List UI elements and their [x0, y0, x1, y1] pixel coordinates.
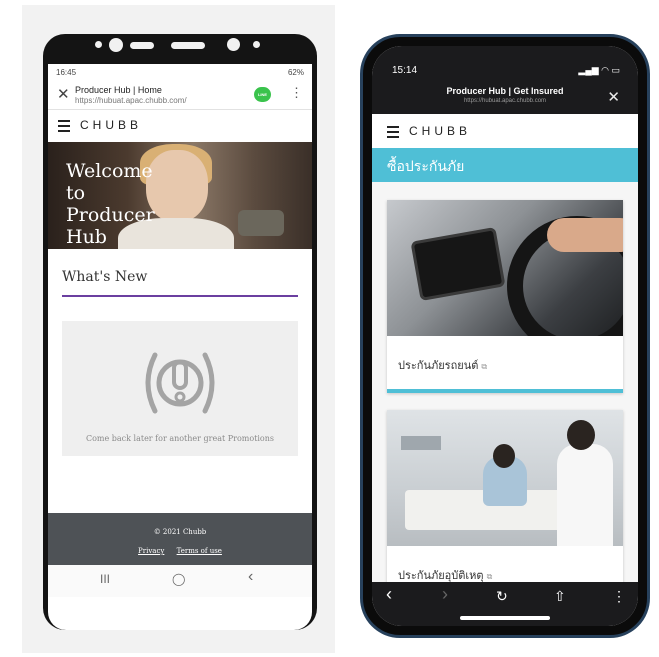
- close-icon[interactable]: ✕: [57, 85, 70, 103]
- home-icon[interactable]: ◯: [172, 572, 185, 586]
- status-time: 15:14: [392, 65, 418, 76]
- alert-exclamation-icon: [145, 352, 215, 414]
- external-link-icon: ⧉: [481, 362, 488, 371]
- hero-title: Welcome to Producer Hub: [66, 160, 155, 248]
- car-interior-image: [387, 200, 623, 336]
- hero-banner: Welcome to Producer Hub: [48, 142, 312, 249]
- site-footer: © 2021 Chubb Privacy Terms of use: [48, 513, 312, 565]
- footer-copyright: © 2021 Chubb: [153, 528, 207, 536]
- speaker-grille: [171, 42, 205, 49]
- sensor-dot: [253, 41, 260, 48]
- hospital-image: [387, 410, 623, 546]
- product-list: ประกันภัยรถยนต์ ⧉ ประกันภัยอุบัติเหตุ ⧉: [372, 182, 638, 610]
- safari-top-bar: 15:14 ▂▄▆ ◠ ▭ Producer Hub | Get Insured…: [372, 46, 638, 114]
- signal-wifi-battery-icon: ▂▄▆ ◠ ▭: [578, 65, 620, 75]
- forward-icon[interactable]: ›: [442, 584, 448, 605]
- iphone-screen: 15:14 ▂▄▆ ◠ ▭ Producer Hub | Get Insured…: [372, 46, 638, 626]
- android-screen: 16:45 62% ✕ Producer Hub | Home https://…: [48, 64, 312, 630]
- iphone-frame: 15:14 ▂▄▆ ◠ ▭ Producer Hub | Get Insured…: [360, 34, 650, 638]
- android-top-bezel: [43, 34, 317, 64]
- hero-photo-cup: [238, 210, 284, 236]
- line-app-icon[interactable]: LINE: [254, 87, 271, 102]
- external-link-icon: ⧉: [486, 572, 493, 581]
- product-card-accident[interactable]: ประกันภัยอุบัติเหตุ ⧉: [387, 410, 623, 610]
- android-status-bar: 16:45 62%: [48, 64, 312, 80]
- status-time: 16:45: [56, 68, 77, 77]
- terms-link[interactable]: Terms of use: [177, 547, 222, 555]
- back-icon[interactable]: ‹: [386, 584, 392, 605]
- recents-icon[interactable]: III: [100, 572, 110, 586]
- more-options-icon[interactable]: ⋮: [612, 588, 626, 605]
- more-options-icon[interactable]: ⋮: [290, 85, 303, 101]
- heading-underline: [62, 295, 298, 297]
- android-nav-bar: III ◯ ‹: [48, 565, 312, 597]
- promo-message: Come back later for another great Promot…: [85, 434, 275, 443]
- site-header: CHUBB: [48, 110, 312, 142]
- page-title: Producer Hub | Get Insured: [446, 86, 564, 96]
- chubb-logo[interactable]: CHUBB: [409, 124, 471, 138]
- sensor-pill: [130, 42, 154, 49]
- custom-tab-bar: ✕ Producer Hub | Home https://hubuat.apa…: [48, 80, 312, 110]
- close-icon[interactable]: ✕: [607, 88, 620, 106]
- safari-toolbar: ‹ › ↻ ⇧ ⋮: [372, 582, 638, 626]
- battery-level: 62%: [287, 68, 304, 77]
- tab-url[interactable]: https://hubuat.apac.chubb.com/: [75, 96, 187, 105]
- front-camera: [109, 38, 123, 52]
- hamburger-menu-icon[interactable]: [387, 126, 399, 141]
- share-icon[interactable]: ⇧: [554, 588, 566, 605]
- sensor-dot: [95, 41, 102, 48]
- product-card-motor[interactable]: ประกันภัยรถยนต์ ⧉: [387, 200, 623, 393]
- footer-links: Privacy Terms of use: [48, 547, 312, 555]
- site-header: CHUBB: [372, 114, 638, 148]
- product-card-label[interactable]: ประกันภัยรถยนต์ ⧉: [398, 356, 487, 374]
- reload-icon[interactable]: ↻: [496, 588, 508, 605]
- section-title: ซื้อประกันภัย: [372, 148, 638, 182]
- page-url[interactable]: https://hubuat.apac.chubb.com: [372, 98, 638, 104]
- privacy-link[interactable]: Privacy: [138, 547, 164, 555]
- tab-title: Producer Hub | Home: [75, 85, 162, 95]
- back-icon[interactable]: ‹: [248, 568, 253, 586]
- whats-new-heading: What's New: [62, 269, 148, 285]
- android-phone-frame: 16:45 62% ✕ Producer Hub | Home https://…: [43, 34, 317, 630]
- hamburger-menu-icon[interactable]: [58, 120, 70, 135]
- promotions-placeholder: Come back later for another great Promot…: [62, 321, 298, 456]
- sensor-dot: [227, 38, 240, 51]
- chubb-logo[interactable]: CHUBB: [80, 118, 142, 132]
- home-indicator: [460, 616, 550, 620]
